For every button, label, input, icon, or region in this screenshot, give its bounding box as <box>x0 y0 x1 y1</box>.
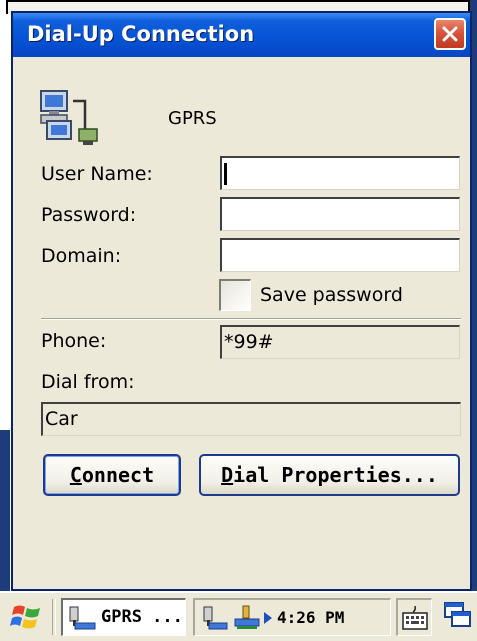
password-field[interactable] <box>220 197 460 231</box>
password-label: Password: <box>41 204 137 226</box>
clock[interactable]: 4:26 PM <box>277 608 344 627</box>
dial-from-label: Dial from: <box>41 371 135 393</box>
close-icon <box>442 26 458 42</box>
dial-properties-button[interactable]: Dial Properties... <box>199 454 460 496</box>
connection-tray-icon[interactable] <box>203 606 229 630</box>
system-tray: 4:26 PM <box>193 598 391 636</box>
window-title: Dial-Up Connection <box>27 22 255 46</box>
taskbar-separator <box>52 599 56 635</box>
domain-label: Domain: <box>41 245 122 267</box>
connect-label: onnect <box>81 463 155 487</box>
screen: Dial-Up Connection GPRS User Name: Passw… <box>0 0 477 641</box>
dial-properties-hotkey: D <box>221 463 234 487</box>
desktop-background <box>0 430 10 591</box>
user-name-label: User Name: <box>41 163 153 185</box>
network-connection-icon <box>40 90 98 145</box>
usb-connection-icon[interactable] <box>233 605 261 631</box>
dial-from-field: Car <box>41 402 461 436</box>
save-password-label[interactable]: Save password <box>260 284 403 306</box>
connection-task-icon <box>69 606 96 630</box>
task-label: GPRS ... <box>101 607 183 627</box>
dial-up-dialog: Dial-Up Connection GPRS User Name: Passw… <box>11 11 472 591</box>
connect-hotkey: C <box>69 463 82 487</box>
save-password-checkbox[interactable] <box>219 279 251 311</box>
keyboard-icon <box>402 605 428 630</box>
windows-flag-icon[interactable] <box>10 601 44 633</box>
taskbar-task-gprs[interactable]: GPRS ... <box>61 598 186 636</box>
connection-name: GPRS <box>168 108 217 129</box>
keyboard-button[interactable] <box>396 598 432 636</box>
domain-field[interactable] <box>220 238 460 272</box>
user-name-field[interactable] <box>220 156 460 190</box>
separator <box>41 318 461 320</box>
dial-properties-label: ial Properties... <box>233 463 438 487</box>
phone-value: *99# <box>224 331 274 353</box>
text-caret <box>224 163 227 185</box>
connect-button[interactable]: Connect <box>43 454 181 496</box>
phone-field: *99# <box>220 325 460 359</box>
taskbar: GPRS ... 4:26 PM <box>0 591 477 641</box>
phone-label: Phone: <box>41 330 107 352</box>
dial-from-value: Car <box>45 408 78 430</box>
tray-arrow-icon[interactable] <box>263 611 273 625</box>
show-desktop-icon[interactable] <box>443 601 473 631</box>
title-bar: Dial-Up Connection <box>13 13 470 57</box>
close-button[interactable] <box>434 18 466 50</box>
